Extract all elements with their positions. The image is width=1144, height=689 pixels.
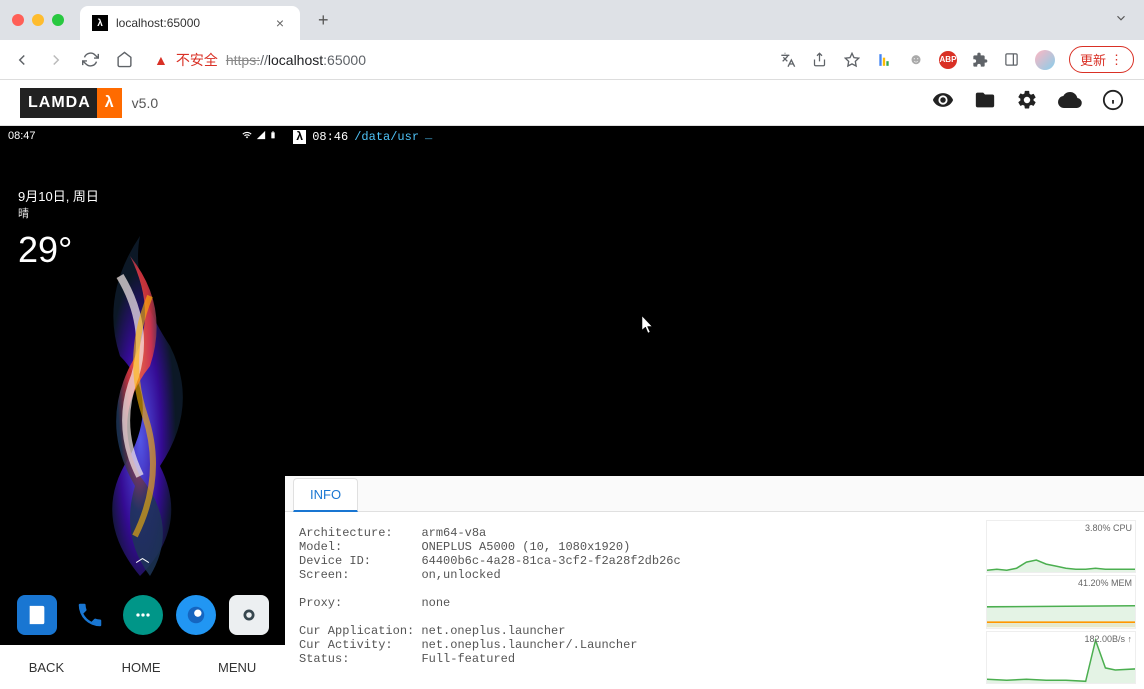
terminal-cursor: _	[425, 128, 432, 142]
eye-icon[interactable]	[932, 89, 954, 117]
folder-icon[interactable]	[974, 89, 996, 117]
mem-chart: 41.20% MEM	[986, 575, 1136, 628]
security-warning-text: 不安全	[176, 50, 218, 70]
wifi-icon	[241, 130, 253, 140]
app-drawer-handle[interactable]: ︿	[136, 547, 150, 567]
extension-icon-2[interactable]: ☻	[907, 51, 925, 69]
terminal-cwd: /data/usr	[354, 130, 419, 144]
main-content: 08:47 9月10日, 周日 晴 29°	[0, 126, 1144, 689]
bookmark-star-icon[interactable]	[843, 51, 861, 69]
phone-screen[interactable]: 08:47 9月10日, 周日 晴 29°	[0, 126, 285, 645]
address-bar[interactable]: ▲ 不安全 https://localhost:65000	[146, 45, 769, 75]
battery-icon	[269, 130, 277, 140]
terminal[interactable]: λ 08:46 /data/usr _	[285, 126, 1144, 476]
panel-icon[interactable]	[1003, 51, 1021, 69]
update-button[interactable]: 更新⋮	[1069, 46, 1134, 73]
gear-icon[interactable]	[1016, 89, 1038, 117]
contacts-app-icon[interactable]	[17, 595, 57, 635]
url-text: https://localhost:65000	[226, 52, 366, 68]
browser-tab[interactable]: λ localhost:65000 ×	[80, 6, 300, 40]
info-tabs: INFO	[285, 476, 1144, 512]
browser-toolbar: ▲ 不安全 https://localhost:65000 ☻ ABP 更新⋮	[0, 40, 1144, 80]
mouse-cursor-icon	[641, 316, 655, 339]
extension-icon-1[interactable]	[875, 51, 893, 69]
adblock-icon[interactable]: ABP	[939, 51, 957, 69]
window-minimize-button[interactable]	[32, 14, 44, 26]
tab-info[interactable]: INFO	[293, 478, 358, 512]
device-info-text: Architecture: arm64-v8a Model: ONEPLUS A…	[293, 520, 978, 681]
device-menu-button[interactable]: MENU	[218, 660, 256, 675]
signal-icon	[256, 130, 266, 140]
cpu-chart: 3.80% CPU	[986, 520, 1136, 573]
terminal-prompt-icon: λ	[293, 130, 306, 144]
extensions-puzzle-icon[interactable]	[971, 51, 989, 69]
right-panel: λ 08:46 /data/usr _ INFO Architecture: a…	[285, 126, 1144, 689]
tab-favicon: λ	[92, 15, 108, 31]
tab-strip: λ localhost:65000 × +	[0, 0, 1144, 40]
new-tab-button[interactable]: +	[310, 6, 337, 35]
home-button[interactable]	[112, 48, 136, 72]
messages-app-icon[interactable]	[123, 595, 163, 635]
device-nav-buttons: BACK HOME MENU	[0, 645, 285, 689]
app-logo: LAMDA λ	[20, 88, 122, 118]
forward-button[interactable]	[44, 48, 68, 72]
warning-icon: ▲	[154, 52, 168, 68]
phone-status-bar: 08:47	[0, 130, 285, 142]
device-back-button[interactable]: BACK	[29, 660, 64, 675]
app-version: v5.0	[132, 95, 158, 111]
reload-button[interactable]	[78, 48, 102, 72]
cloud-icon[interactable]	[1058, 88, 1082, 118]
phone-dock	[0, 595, 285, 635]
phone-app-icon[interactable]	[70, 595, 110, 635]
toolbar-actions: ☻ ABP 更新⋮	[779, 46, 1134, 73]
browser-app-icon[interactable]	[176, 595, 216, 635]
device-panel: 08:47 9月10日, 周日 晴 29°	[0, 126, 285, 689]
back-button[interactable]	[10, 48, 34, 72]
phone-status-icons	[241, 130, 277, 142]
browser-chrome: λ localhost:65000 × + ▲ 不安全 https://loca…	[0, 0, 1144, 80]
share-icon[interactable]	[811, 51, 829, 69]
window-close-button[interactable]	[12, 14, 24, 26]
terminal-time: 08:46	[312, 130, 348, 144]
net-chart: 182.00B/s ↑	[986, 631, 1136, 684]
tab-title: localhost:65000	[116, 16, 264, 30]
camera-app-icon[interactable]	[229, 595, 269, 635]
profile-avatar[interactable]	[1035, 50, 1055, 70]
info-content: Architecture: arm64-v8a Model: ONEPLUS A…	[285, 512, 1144, 689]
info-icon[interactable]	[1102, 89, 1124, 117]
perf-charts: 3.80% CPU 41.20% MEM 182.00B/s ↑	[986, 520, 1136, 681]
translate-icon[interactable]	[779, 51, 797, 69]
tab-close-button[interactable]: ×	[272, 15, 288, 31]
window-controls	[12, 14, 64, 26]
device-home-button[interactable]: HOME	[122, 660, 161, 675]
window-maximize-button[interactable]	[52, 14, 64, 26]
app-header: LAMDA λ v5.0	[0, 80, 1144, 126]
phone-clock: 08:47	[8, 130, 36, 142]
tabs-dropdown-icon[interactable]	[1114, 11, 1128, 30]
